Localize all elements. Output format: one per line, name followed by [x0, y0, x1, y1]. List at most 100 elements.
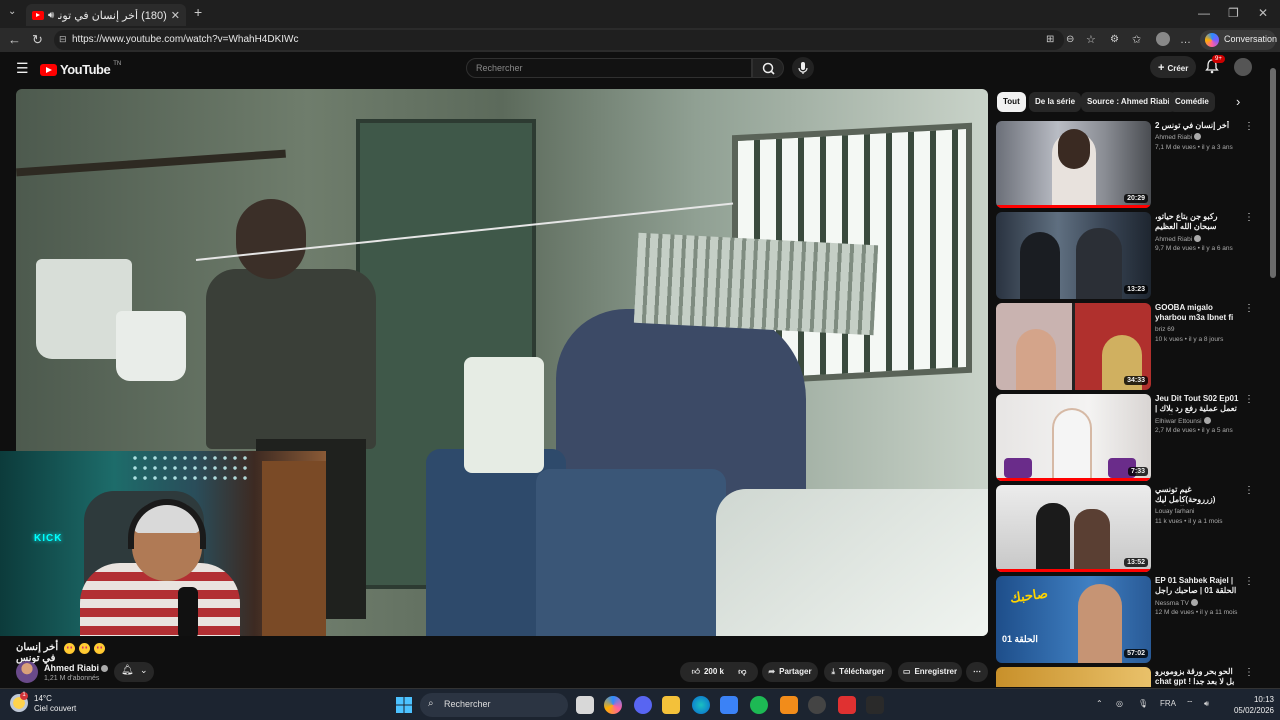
spotify-icon[interactable]	[750, 696, 768, 714]
recommendation-item[interactable]: الحو بحر ورقة بزوموبرو بل لا بعد جدا ! c…	[996, 667, 1256, 687]
chip-comedy[interactable]: Comédie	[1169, 92, 1215, 112]
video-thumbnail[interactable]: 34:33	[996, 303, 1151, 390]
youtube-logo[interactable]: YouTube TN	[40, 61, 121, 77]
page-scrollbar[interactable]	[1268, 56, 1278, 686]
tray-overflow-icon[interactable]: ⌃	[1096, 699, 1103, 708]
more-vertical-icon[interactable]: ⋮	[1244, 303, 1254, 314]
copilot-conversation-button[interactable]: Conversation	[1200, 30, 1277, 50]
tab-title: (180) أخر إنسان في تونس 😂 😂 😂	[58, 9, 167, 22]
chip-source[interactable]: Source : Ahmed Riabi	[1081, 92, 1176, 112]
recommendation-item[interactable]: 20:29 أخر إنسان في تونس 2 Ahmed Riabi 7,…	[996, 121, 1256, 209]
close-tab-icon[interactable]: ✕	[171, 9, 180, 22]
taskbar-search[interactable]: ⌕ Rechercher	[420, 693, 568, 717]
copilot-app-icon[interactable]	[604, 696, 622, 714]
more-menu-icon[interactable]: …	[1180, 28, 1191, 52]
share-button[interactable]: ➦ Partager	[762, 662, 818, 682]
chip-all[interactable]: Tout	[997, 92, 1026, 112]
video-thumbnail[interactable]	[996, 667, 1151, 687]
save-button[interactable]: ▭ Enregistrer	[898, 662, 962, 682]
task-view-icon[interactable]	[576, 696, 594, 714]
chip-series[interactable]: De la série	[1029, 92, 1082, 112]
video-title[interactable]: GOOBA migalo yharbou m3a Ibnet fi live A…	[1155, 303, 1239, 324]
voice-search-button[interactable]	[792, 57, 814, 79]
scrollbar-thumb[interactable]	[1270, 68, 1276, 278]
recommendation-item[interactable]: صاحبك الحلقة 01 57:02 EP 01 Sahbek Rajel…	[996, 576, 1256, 664]
maximize-icon[interactable]: ❐	[1228, 6, 1239, 20]
channel-name-link[interactable]: Ahmed Riabi	[44, 663, 109, 673]
microsoft-store-icon[interactable]	[720, 696, 738, 714]
edge-browser-icon[interactable]	[692, 696, 710, 714]
more-vertical-icon[interactable]: ⋮	[1244, 121, 1254, 132]
account-avatar[interactable]	[1234, 58, 1252, 76]
like-button[interactable]: 👍︎ 200 k	[692, 667, 724, 676]
recommendation-item[interactable]: 7:33 Jeu Dit Tout S02 Ep01 | تعمل عملية …	[996, 394, 1256, 482]
video-title[interactable]: الحو بحر ورقة بزوموبرو بل لا بعد جدا ! c…	[1155, 667, 1239, 687]
discord-icon[interactable]	[634, 696, 652, 714]
video-thumbnail[interactable]: 20:29	[996, 121, 1151, 208]
video-thumbnail[interactable]: 13:52	[996, 485, 1151, 572]
red-app-icon[interactable]	[838, 696, 856, 714]
video-title[interactable]: Jeu Dit Tout S02 Ep01 | تعمل عملية رفع ر…	[1155, 394, 1239, 415]
recommendation-item[interactable]: 13:23 ركبو جن بتاع حياتو، سبحان الله الع…	[996, 212, 1256, 300]
profile-avatar[interactable]	[1156, 32, 1170, 46]
tab-list-icon[interactable]: ⌄	[8, 6, 16, 17]
more-vertical-icon[interactable]: ⋮	[1244, 485, 1254, 496]
watch-progress-bar	[996, 205, 1151, 208]
zoom-icon[interactable]: ⊖	[1066, 28, 1074, 52]
app-icon[interactable]	[866, 696, 884, 714]
taskbar-search-label: Rechercher	[444, 699, 491, 709]
microphone-icon	[798, 62, 808, 74]
back-icon[interactable]: ←	[8, 28, 21, 52]
new-tab-icon[interactable]: +	[194, 4, 202, 20]
weather-condition: Ciel couvert	[34, 704, 77, 713]
more-actions-button[interactable]: ⋯	[966, 662, 988, 682]
extensions-icon[interactable]: ⚙	[1110, 28, 1119, 52]
channel-name: Elhiwar Ettounsi	[1155, 418, 1202, 425]
search-input[interactable]: Rechercher	[466, 58, 752, 78]
url-field[interactable]: ⊟ https://www.youtube.com/watch?v=WhahH4…	[54, 30, 1064, 50]
close-window-icon[interactable]: ✕	[1258, 6, 1268, 20]
speaker-icon[interactable]: 🔊︎	[48, 10, 54, 21]
browser-tab[interactable]: 🔊︎ (180) أخر إنسان في تونس 😂 😂 😂 ✕	[26, 4, 186, 26]
favorites-icon[interactable]: ✩	[1132, 28, 1141, 52]
video-jerrycan	[464, 357, 544, 473]
network-icon[interactable]: ◎	[1116, 699, 1123, 708]
minimize-icon[interactable]: —	[1198, 6, 1210, 20]
video-thumbnail[interactable]: 13:23	[996, 212, 1151, 299]
language-indicator[interactable]: FRA	[1160, 699, 1176, 708]
video-title[interactable]: ركبو جن بتاع حياتو، سبحان الله العظيم	[1155, 212, 1239, 232]
hamburger-menu-icon[interactable]: ☰	[16, 60, 29, 77]
more-vertical-icon[interactable]: ⋮	[1244, 576, 1254, 587]
create-button[interactable]: + Créer	[1150, 56, 1196, 78]
video-title[interactable]: أخر إنسان في تونس 2	[1155, 121, 1239, 131]
more-vertical-icon[interactable]: ⋮	[1244, 394, 1254, 405]
refresh-icon[interactable]: ↻	[32, 28, 43, 52]
duration-badge: 34:33	[1124, 376, 1148, 385]
channel-avatar[interactable]	[16, 661, 38, 683]
site-info-icon[interactable]: ⊟	[59, 34, 67, 45]
wifi-icon[interactable]: ⌔	[1186, 699, 1194, 709]
video-thumbnail[interactable]: 7:33	[996, 394, 1151, 481]
download-button[interactable]: ⤓ Télécharger	[824, 662, 892, 682]
video-title[interactable]: غيم تونسي (زرروحة)كامل ليك الفرحاني	[1155, 485, 1239, 506]
recommendation-item[interactable]: 34:33 GOOBA migalo yharbou m3a Ibnet fi …	[996, 303, 1256, 391]
microphone-tray-icon[interactable]: 🎙︎	[1138, 699, 1148, 708]
dislike-button[interactable]: 👎︎	[738, 667, 746, 676]
favorite-star-icon[interactable]: ☆	[1086, 28, 1096, 52]
search-icon	[762, 62, 775, 75]
vlc-icon[interactable]	[780, 696, 798, 714]
more-vertical-icon[interactable]: ⋮	[1244, 212, 1254, 223]
app-available-icon[interactable]: ⊞	[1046, 28, 1054, 52]
more-vertical-icon[interactable]: ⋮	[1244, 667, 1254, 678]
volume-icon[interactable]: 🔊︎	[1204, 699, 1209, 709]
obs-icon[interactable]	[808, 696, 826, 714]
search-button[interactable]	[752, 58, 784, 78]
recommendation-item[interactable]: 13:52 غيم تونسي (زرروحة)كامل ليك الفرحان…	[996, 485, 1256, 573]
video-thumbnail[interactable]: صاحبك الحلقة 01 57:02	[996, 576, 1151, 663]
video-title[interactable]: EP 01 Sahbek Rajel | الحلقة 01 | صاحبك ر…	[1155, 576, 1239, 597]
subscription-bell-button[interactable]: 🔔︎ ⌄	[114, 662, 154, 682]
windows-start-icon[interactable]	[396, 697, 412, 713]
chips-next-icon[interactable]: ›	[1236, 94, 1240, 109]
clock[interactable]: 10:13 05/02/2026	[1226, 694, 1274, 716]
file-explorer-icon[interactable]	[662, 696, 680, 714]
